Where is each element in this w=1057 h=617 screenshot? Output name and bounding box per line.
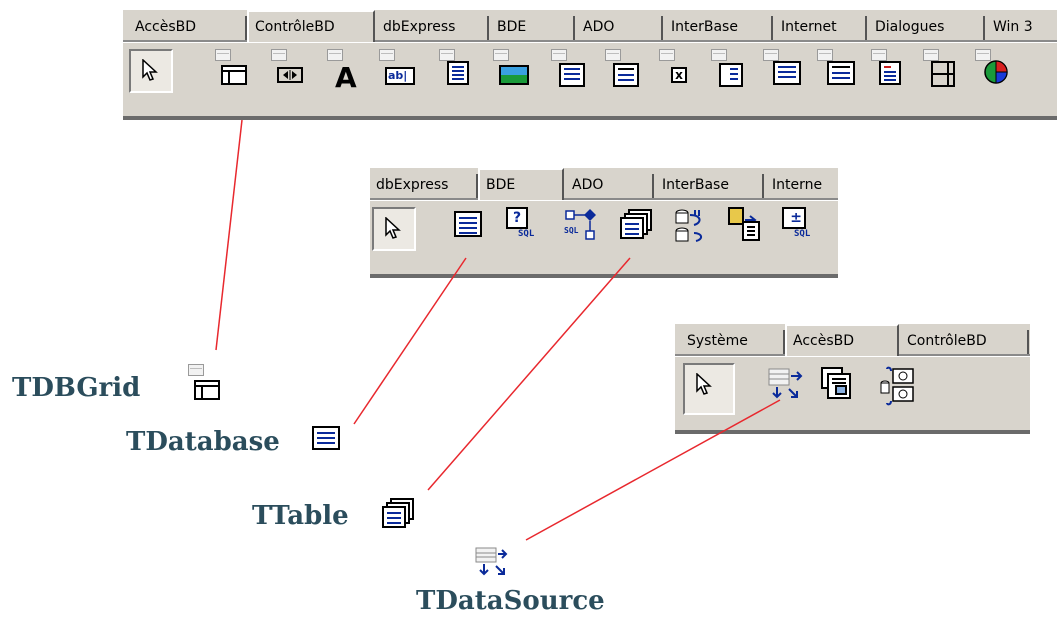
label-ttable: TTable <box>252 501 349 531</box>
connector-lines <box>215 119 781 541</box>
connector-table <box>427 257 631 491</box>
label-tdatabase: TDatabase <box>126 427 280 457</box>
label-tdbgrid: TDBGrid <box>12 373 141 403</box>
connector-database <box>353 257 467 425</box>
tab-bde[interactable]: BDE <box>478 168 564 200</box>
database-icon <box>382 498 418 534</box>
connector-dbgrid <box>215 119 243 351</box>
connector-datasource <box>525 399 781 541</box>
label-tdatasource: TDataSource <box>416 586 605 616</box>
table-icon <box>312 426 342 456</box>
dbgrid-icon <box>188 364 224 404</box>
datasource-icon <box>474 546 514 586</box>
tab-controlebd[interactable]: ContrôleBD <box>247 10 375 42</box>
tab-accesbd[interactable]: AccèsBD <box>785 324 899 356</box>
